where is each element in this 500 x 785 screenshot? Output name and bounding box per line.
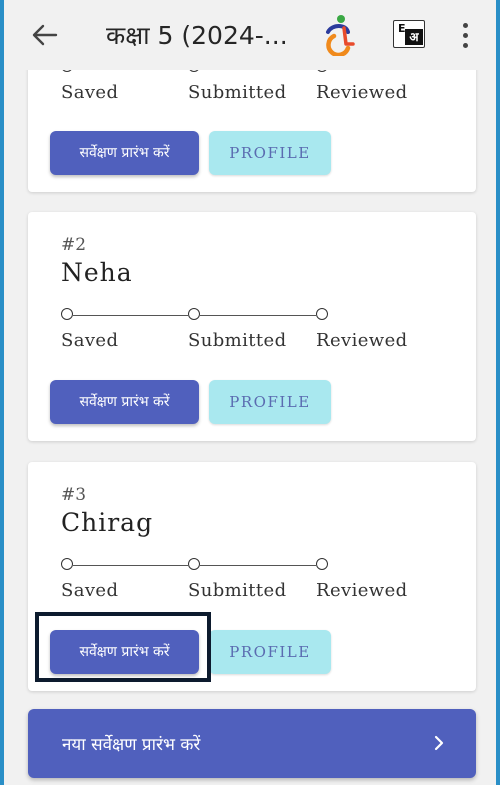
saved-step-dot: [61, 558, 73, 570]
submitted-label: Submitted: [188, 330, 287, 351]
reviewed-label: Reviewed: [316, 82, 408, 103]
status-stepper: [28, 556, 476, 576]
submitted-label: Submitted: [188, 82, 287, 103]
student-number: #3: [61, 485, 87, 505]
submitted-step-dot: [188, 558, 200, 570]
status-stepper: [28, 306, 476, 326]
saved-label: Saved: [61, 580, 119, 601]
reviewed-step-dot: [316, 558, 328, 570]
reviewed-step-dot: [316, 308, 328, 320]
submitted-step-dot: [188, 308, 200, 320]
new-survey-button[interactable]: नया सर्वेक्षण प्रारंभ करें: [28, 709, 476, 778]
app-screen: Saved Submitted Reviewed सर्वेक्षण प्रार…: [4, 0, 496, 785]
student-name: Chirag: [61, 508, 154, 537]
accessibility-logo-icon[interactable]: [322, 14, 358, 56]
start-survey-button[interactable]: सर्वेक्षण प्रारंभ करें: [50, 131, 199, 175]
highlight-box: [35, 612, 211, 682]
stepper-line: [200, 315, 316, 316]
profile-button[interactable]: PROFILE: [209, 131, 331, 175]
saved-label: Saved: [61, 82, 119, 103]
start-survey-button[interactable]: सर्वेक्षण प्रारंभ करें: [50, 380, 199, 424]
student-number: #2: [61, 235, 87, 255]
language-icon: E अ: [393, 20, 425, 48]
language-toggle-button[interactable]: E अ: [393, 20, 427, 50]
stepper-line: [73, 565, 188, 566]
student-card: #2 Neha Saved Submitted Reviewed सर्वेक्…: [28, 212, 476, 441]
saved-step-dot: [61, 308, 73, 320]
submitted-label: Submitted: [188, 580, 287, 601]
stepper-line: [73, 315, 188, 316]
reviewed-label: Reviewed: [316, 330, 408, 351]
more-options-icon[interactable]: [456, 20, 476, 50]
chevron-right-icon: [434, 735, 444, 751]
student-name: Neha: [61, 258, 133, 287]
saved-label: Saved: [61, 330, 119, 351]
profile-button[interactable]: PROFILE: [209, 380, 331, 424]
stepper-line: [200, 565, 316, 566]
back-arrow-icon[interactable]: [30, 20, 60, 50]
page-title: कक्षा 5 (2024-...: [106, 21, 288, 50]
reviewed-label: Reviewed: [316, 580, 408, 601]
new-survey-label: नया सर्वेक्षण प्रारंभ करें: [62, 735, 201, 755]
profile-button[interactable]: PROFILE: [209, 630, 331, 674]
app-bar: कक्षा 5 (2024-... E अ: [4, 0, 496, 70]
lang-a-label: अ: [405, 29, 423, 45]
